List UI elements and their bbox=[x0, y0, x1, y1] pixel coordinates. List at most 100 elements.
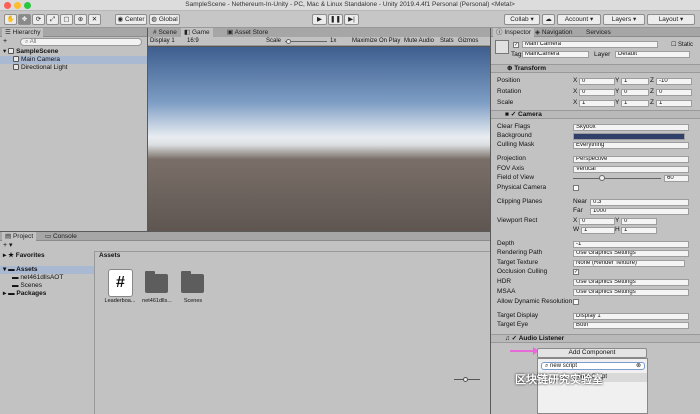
add-component-button[interactable]: Add Component bbox=[537, 348, 647, 358]
tree-item-scenes[interactable]: ▬ Scenes bbox=[0, 282, 94, 290]
tab-services[interactable]: Services bbox=[583, 28, 614, 37]
game-view-viewport[interactable] bbox=[148, 47, 490, 231]
assets-tree-item[interactable]: ▾ ▬ Assets bbox=[0, 266, 94, 274]
tag-dropdown[interactable]: MainCamera bbox=[522, 51, 589, 58]
fov-slider-thumb[interactable] bbox=[599, 175, 606, 181]
fov-field[interactable]: 60 bbox=[664, 175, 689, 182]
transform-tool-button[interactable]: ⊕ bbox=[74, 14, 87, 25]
position-y-field[interactable]: 1 bbox=[621, 78, 649, 85]
pause-button[interactable]: ❚❚ bbox=[328, 14, 343, 25]
position-z-field[interactable]: -10 bbox=[656, 78, 692, 85]
mute-audio-toggle[interactable]: Mute Audio bbox=[404, 37, 434, 45]
target-display-dropdown[interactable]: Display 1 bbox=[573, 313, 689, 320]
favorites-item[interactable]: ▸ ★ Favorites bbox=[0, 252, 94, 260]
rotation-label: Rotation bbox=[497, 88, 522, 95]
csharp-script-icon[interactable]: # bbox=[108, 269, 133, 297]
clear-flags-dropdown[interactable]: Skybox bbox=[573, 124, 689, 131]
rotation-x-field[interactable]: 0 bbox=[579, 89, 615, 96]
stats-toggle[interactable]: Stats bbox=[440, 37, 454, 45]
target-texture-field[interactable]: None (Render Texture) bbox=[573, 260, 685, 267]
tab-game[interactable]: ◧ Game bbox=[181, 28, 213, 37]
hierarchy-item-directional-light[interactable]: Directional Light bbox=[0, 64, 147, 72]
scale-y-field[interactable]: 1 bbox=[621, 100, 649, 107]
static-checkbox[interactable]: ☐ Static bbox=[671, 41, 693, 48]
rotate-tool-button[interactable]: ⟳ bbox=[32, 14, 45, 25]
dynamic-resolution-checkbox[interactable] bbox=[573, 299, 579, 305]
layout-dropdown[interactable]: Layout ▾ bbox=[647, 14, 695, 25]
play-button[interactable]: ▶ bbox=[312, 14, 327, 25]
tab-hierarchy[interactable]: ☰ Hierarchy bbox=[2, 28, 44, 37]
global-space-button[interactable]: ◍ Global bbox=[149, 14, 180, 25]
folder-icon: ▬ bbox=[8, 266, 15, 273]
object-name-input[interactable]: Main Camera bbox=[522, 41, 658, 48]
background-color-field[interactable] bbox=[573, 133, 685, 140]
step-button[interactable]: ▶| bbox=[344, 14, 359, 25]
collab-button[interactable]: Collab ▾ bbox=[504, 14, 540, 25]
folder-icon[interactable] bbox=[181, 271, 204, 293]
gizmos-dropdown[interactable]: Gizmos bbox=[458, 37, 478, 45]
fov-axis-dropdown[interactable]: Vertical bbox=[573, 166, 689, 173]
maximize-on-play-toggle[interactable]: Maximize On Play bbox=[352, 37, 400, 45]
project-create-button[interactable]: + ▾ bbox=[3, 241, 13, 249]
viewport-h-field[interactable]: 1 bbox=[621, 227, 657, 234]
depth-field[interactable]: -1 bbox=[573, 241, 689, 248]
position-label: Position bbox=[497, 77, 521, 84]
active-checkbox[interactable]: ✓ bbox=[513, 42, 519, 48]
position-x-field[interactable]: 0 bbox=[579, 78, 615, 85]
layers-dropdown[interactable]: Layers ▾ bbox=[603, 14, 645, 25]
tag-label: Tag bbox=[511, 51, 522, 58]
custom-tool-button[interactable]: ✕ bbox=[88, 14, 101, 25]
viewport-w-field[interactable]: 1 bbox=[581, 227, 615, 234]
far-field[interactable]: 1000 bbox=[590, 208, 689, 215]
tab-navigation[interactable]: ◈ Navigation bbox=[532, 28, 576, 37]
watermark-text: 区块链研究实验室 bbox=[515, 374, 603, 386]
aspect-dropdown[interactable]: 16:9 bbox=[187, 37, 199, 45]
scale-slider[interactable] bbox=[285, 41, 327, 42]
tab-inspector[interactable]: ⓘ Inspector bbox=[493, 28, 535, 37]
account-dropdown[interactable]: Account ▾ bbox=[557, 14, 601, 25]
fov-slider[interactable] bbox=[573, 178, 661, 179]
near-field[interactable]: 0.3 bbox=[590, 199, 689, 206]
cloud-icon[interactable]: ☁ bbox=[542, 14, 555, 25]
clear-search-icon[interactable]: ⊗ bbox=[636, 363, 641, 369]
scene-row[interactable]: ▾ SampleScene bbox=[0, 48, 147, 56]
scale-z-field[interactable]: 1 bbox=[656, 100, 692, 107]
projection-dropdown[interactable]: Perspective bbox=[573, 156, 689, 163]
display-dropdown[interactable]: Display 1 bbox=[150, 37, 175, 45]
viewport-x-field[interactable]: 0 bbox=[579, 218, 615, 225]
target-eye-dropdown[interactable]: Both bbox=[573, 322, 689, 329]
layer-dropdown[interactable]: Default bbox=[615, 51, 690, 58]
hierarchy-item-main-camera[interactable]: Main Camera bbox=[0, 56, 147, 64]
hand-tool-button[interactable]: ✋ bbox=[4, 14, 17, 25]
rotation-z-field[interactable]: 0 bbox=[656, 89, 692, 96]
rendering-path-dropdown[interactable]: Use Graphics Settings bbox=[573, 250, 689, 257]
component-search-input[interactable]: ⌕ new script ⊗ bbox=[541, 362, 645, 370]
transform-header[interactable]: ⊕ Transform bbox=[491, 64, 700, 73]
tab-console[interactable]: ▭ Console bbox=[42, 232, 80, 241]
icon-size-slider-thumb[interactable] bbox=[462, 377, 468, 382]
tab-asset-store[interactable]: ▣ Asset Store bbox=[224, 28, 271, 37]
camera-header[interactable]: ■ ✓ Camera bbox=[491, 110, 700, 119]
move-tool-button[interactable]: ✥ bbox=[18, 14, 31, 25]
hdr-dropdown[interactable]: Use Graphics Settings bbox=[573, 279, 689, 286]
tab-scene[interactable]: # Scene bbox=[150, 28, 180, 37]
tab-project[interactable]: ▤ Project bbox=[2, 232, 37, 241]
folder-icon[interactable] bbox=[145, 271, 168, 293]
gameobject-icon bbox=[13, 64, 19, 70]
viewport-y-field[interactable]: 0 bbox=[621, 218, 657, 225]
pivot-center-button[interactable]: ◉ Center bbox=[115, 14, 147, 25]
hierarchy-search-input[interactable]: ⌕ All bbox=[20, 38, 142, 46]
scale-tool-button[interactable]: ⤢ bbox=[46, 14, 59, 25]
scale-x-field[interactable]: 1 bbox=[579, 100, 615, 107]
physical-camera-checkbox[interactable] bbox=[573, 185, 579, 191]
scale-slider-thumb[interactable] bbox=[286, 39, 291, 44]
rotation-y-field[interactable]: 0 bbox=[621, 89, 649, 96]
rect-tool-button[interactable]: ▢ bbox=[60, 14, 73, 25]
msaa-dropdown[interactable]: Use Graphics Settings bbox=[573, 289, 689, 296]
tree-item-net461dllsaot[interactable]: ▬ net461dllsAOT bbox=[0, 274, 94, 282]
occlusion-culling-checkbox[interactable]: ✓ bbox=[573, 269, 579, 275]
culling-mask-dropdown[interactable]: Everything bbox=[573, 142, 689, 149]
packages-tree-item[interactable]: ▸ ▬ Packages bbox=[0, 290, 94, 298]
create-button[interactable]: + bbox=[3, 38, 7, 45]
audio-listener-header[interactable]: ♫ ✓ Audio Listener bbox=[491, 334, 700, 343]
